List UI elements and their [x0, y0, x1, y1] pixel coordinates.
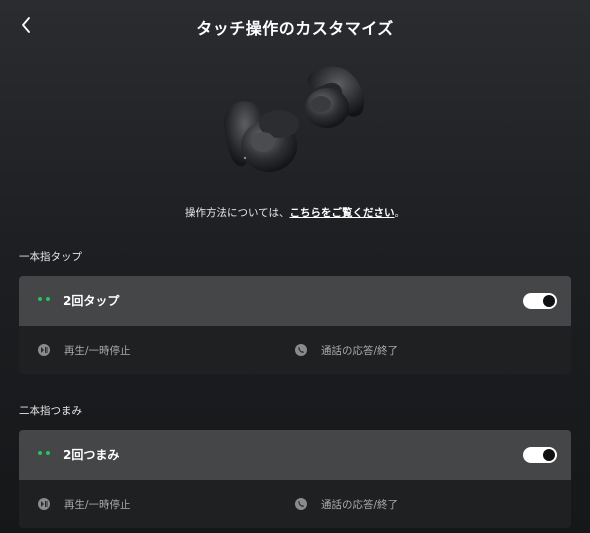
gesture-actions: 再生/一時停止 通話の応答/終了: [19, 326, 571, 374]
help-link[interactable]: こちらをご覧ください: [289, 207, 394, 219]
phone-icon: [295, 344, 307, 356]
gesture-actions: 再生/一時停止 通話の応答/終了: [19, 480, 571, 528]
header-bar: タッチ操作のカスタマイズ: [0, 0, 590, 52]
gesture-title: 2回つまみ: [63, 448, 120, 462]
phone-icon: [295, 498, 307, 510]
earbuds-image: [224, 66, 365, 172]
left-action[interactable]: 再生/一時停止: [38, 480, 131, 528]
gesture-card-header: 2回つまみ: [19, 430, 571, 480]
gesture-title: 2回タップ: [63, 294, 120, 308]
help-text: 操作方法については、こちらをご覧ください。: [0, 205, 590, 220]
help-text-prefix: 操作方法については、: [185, 207, 290, 219]
left-action-label: 再生/一時停止: [64, 498, 131, 511]
right-action-label: 通話の応答/終了: [321, 498, 399, 511]
gesture-toggle[interactable]: [523, 447, 557, 463]
toggle-knob: [543, 449, 555, 461]
help-text-suffix: 。: [394, 207, 405, 219]
left-action[interactable]: 再生/一時停止: [38, 326, 131, 374]
toggle-knob: [543, 295, 555, 307]
page-title: タッチ操作のカスタマイズ: [196, 19, 394, 38]
right-action-label: 通話の応答/終了: [321, 344, 399, 357]
play-pause-icon: [38, 344, 50, 356]
left-action-label: 再生/一時停止: [64, 344, 131, 357]
gesture-card-header: 2回タップ: [19, 276, 571, 326]
tap-indicator-icon: [38, 451, 50, 455]
right-action[interactable]: 通話の応答/終了: [295, 326, 398, 374]
gesture-card-single-tap: 2回タップ 再生/一時停止 通話の応答/終了: [19, 276, 571, 374]
play-pause-icon: [38, 498, 50, 510]
right-action[interactable]: 通話の応答/終了: [295, 480, 398, 528]
section-label-single-tap: 一本指タップ: [19, 251, 82, 263]
gesture-card-two-finger-pinch: 2回つまみ 再生/一時停止 通話の応答/終了: [19, 430, 571, 528]
gesture-toggle[interactable]: [523, 293, 557, 309]
tap-indicator-icon: [38, 297, 50, 301]
section-label-two-finger-pinch: 二本指つまみ: [19, 405, 82, 417]
